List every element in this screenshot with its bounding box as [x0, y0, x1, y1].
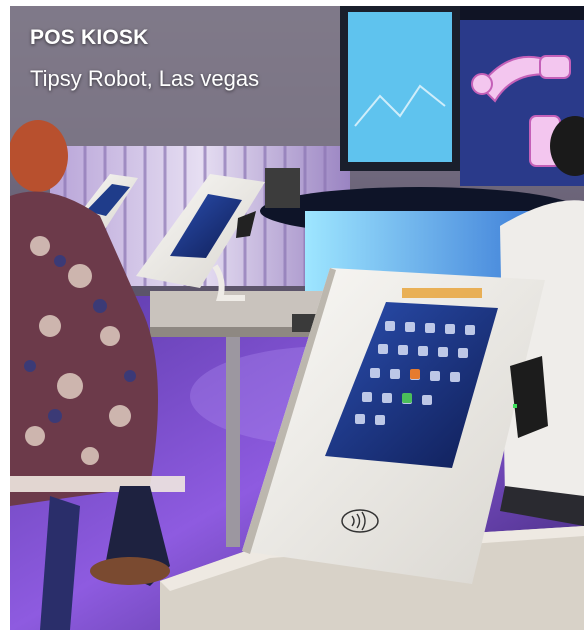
kiosk-photo — [10, 6, 584, 630]
caption-title: POS KIOSK — [30, 26, 149, 49]
photo-frame: POS KIOSK Tipsy Robot, Las vegas — [10, 6, 584, 630]
caption-subtitle: Tipsy Robot, Las vegas — [30, 66, 260, 91]
